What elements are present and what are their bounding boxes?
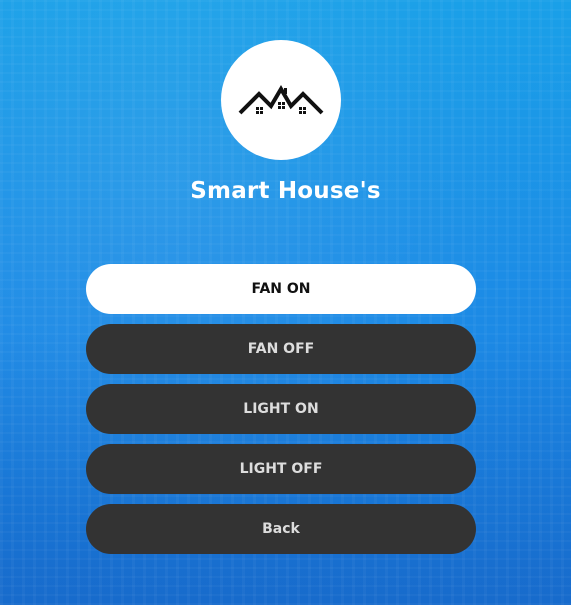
- light-on-button[interactable]: LIGHT ON: [86, 384, 476, 434]
- back-button[interactable]: Back: [86, 504, 476, 554]
- fan-on-button[interactable]: FAN ON: [86, 264, 476, 314]
- houses-roof-icon: [238, 85, 324, 115]
- page-title: Smart House's: [190, 178, 381, 204]
- logo: [221, 40, 341, 160]
- fan-off-button[interactable]: FAN OFF: [86, 324, 476, 374]
- light-off-button[interactable]: LIGHT OFF: [86, 444, 476, 494]
